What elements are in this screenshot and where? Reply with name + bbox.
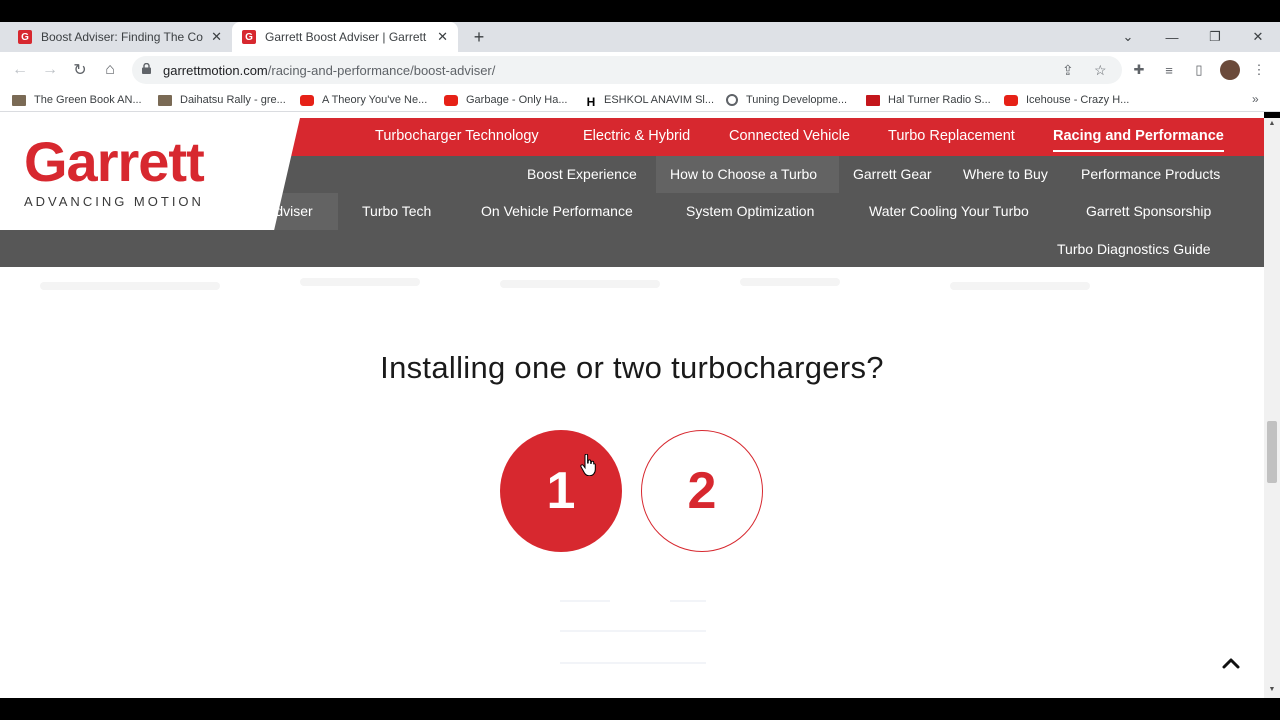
restore-button[interactable]: ❐ — [1195, 22, 1235, 52]
faint-background-strip — [0, 266, 1264, 306]
nav-garrett-gear[interactable]: Garrett Gear — [853, 166, 932, 182]
nav-turbocharger-technology[interactable]: Turbocharger Technology — [375, 128, 539, 144]
back-arrow-icon[interactable]: ← — [8, 58, 32, 82]
turbo-count-option-1[interactable]: 1 — [500, 430, 622, 552]
bookmark-label: The Green Book AN... — [34, 94, 142, 106]
logo-tagline: ADVANCING MOTION — [24, 194, 204, 209]
share-icon[interactable]: ⇪ — [1062, 62, 1074, 79]
kebab-menu-icon[interactable]: ⋮ — [1250, 61, 1268, 79]
image-icon — [158, 94, 172, 106]
screen-top-border — [0, 0, 1280, 22]
garrett-favicon-icon: G — [242, 30, 256, 44]
tab-garrett-boost-adviser[interactable]: G Garrett Boost Adviser | Garrett Tu ✕ — [232, 22, 458, 52]
youtube-icon — [1004, 94, 1018, 106]
nav-turbo-diagnostics-guide[interactable]: Turbo Diagnostics Guide — [1057, 241, 1211, 257]
logo-wordmark: Garrett — [24, 130, 205, 193]
page-scrollbar[interactable] — [1264, 118, 1280, 698]
image-icon — [12, 94, 26, 106]
url-text: garrettmotion.com/racing-and-performance… — [163, 63, 495, 78]
side-panel-icon[interactable]: ▯ — [1190, 61, 1208, 79]
tab-boost-adviser-finding[interactable]: G Boost Adviser: Finding The Corre ✕ — [8, 22, 232, 52]
scroll-to-top-chevron-icon[interactable] — [1218, 652, 1244, 674]
scroll-down-arrow-icon[interactable]: ▼ — [1266, 686, 1278, 696]
bookmark-label: Garbage - Only Ha... — [466, 94, 568, 106]
home-icon[interactable]: ⌂ — [98, 58, 122, 82]
question-heading: Installing one or two turbochargers? — [380, 350, 884, 385]
nav-how-to-choose-a-turbo[interactable]: How to Choose a Turbo — [670, 166, 817, 182]
nav-water-cooling-your-turbo[interactable]: Water Cooling Your Turbo — [869, 203, 1029, 219]
garrett-favicon-icon: G — [18, 30, 32, 44]
bookmark-item[interactable]: Garbage - Only Ha... — [444, 92, 568, 108]
globe-icon — [726, 94, 738, 106]
bookmark-item[interactable]: A Theory You've Ne... — [300, 92, 427, 108]
address-bar[interactable]: garrettmotion.com/racing-and-performance… — [132, 56, 1122, 84]
bookmark-item[interactable]: H ESHKOL ANAVIM Sl... — [584, 92, 715, 109]
youtube-icon — [300, 94, 314, 106]
nav-connected-vehicle[interactable]: Connected Vehicle — [729, 128, 850, 144]
bookmark-label: Daihatsu Rally - gre... — [180, 94, 286, 106]
garrett-logo[interactable]: Garrett ADVANCING MOTION — [24, 130, 205, 210]
bookmark-label: Icehouse - Crazy H... — [1026, 94, 1130, 106]
bookmark-label: A Theory You've Ne... — [322, 94, 428, 106]
reading-list-icon[interactable]: ≡ — [1160, 61, 1178, 79]
youtube-icon — [444, 94, 458, 106]
tab-title: Garrett Boost Adviser | Garrett Tu — [265, 30, 430, 44]
nav-turbo-replacement[interactable]: Turbo Replacement — [888, 128, 1015, 144]
more-bookmarks-chevron-icon[interactable]: » — [1252, 92, 1259, 106]
close-icon[interactable]: ✕ — [437, 29, 448, 45]
nav-racing-and-performance[interactable]: Racing and Performance — [1053, 128, 1224, 152]
close-icon[interactable]: ✕ — [211, 29, 222, 45]
nav-turbo-tech[interactable]: Turbo Tech — [362, 203, 431, 219]
bookmark-label: ESHKOL ANAVIM Sl... — [604, 94, 715, 106]
bookmarks-bar: The Green Book AN... Daihatsu Rally - gr… — [0, 88, 1280, 112]
hal-icon — [866, 94, 880, 106]
nav-system-optimization[interactable]: System Optimization — [686, 203, 814, 219]
scrollbar-thumb[interactable] — [1267, 421, 1277, 483]
url-host: garrettmotion.com — [163, 63, 268, 78]
h-icon: H — [586, 94, 596, 109]
browser-tab-strip: G Boost Adviser: Finding The Corre ✕ G G… — [0, 22, 1280, 52]
new-tab-button[interactable]: + — [468, 26, 490, 48]
nav-performance-products[interactable]: Performance Products — [1081, 166, 1220, 182]
extensions-puzzle-icon[interactable]: ✚ — [1130, 61, 1148, 79]
bookmark-star-icon[interactable]: ☆ — [1094, 62, 1107, 79]
browser-toolbar: ← → ↻ ⌂ garrettmotion.com/racing-and-per… — [0, 52, 1280, 88]
hand-pointer-icon — [580, 454, 596, 476]
web-page: Turbocharger Technology Electric & Hybri… — [0, 112, 1264, 698]
nav-boost-experience[interactable]: Boost Experience — [527, 166, 637, 182]
nav-garrett-sponsorship[interactable]: Garrett Sponsorship — [1086, 203, 1211, 219]
profile-avatar[interactable] — [1220, 60, 1240, 80]
nav-where-to-buy[interactable]: Where to Buy — [963, 166, 1048, 182]
reload-icon[interactable]: ↻ — [68, 58, 92, 82]
url-path: /racing-and-performance/boost-adviser/ — [267, 63, 496, 78]
tab-search-chevron-icon[interactable]: ⌄ — [1108, 22, 1148, 52]
bookmark-label: Hal Turner Radio S... — [888, 94, 991, 106]
scroll-up-arrow-icon[interactable]: ▲ — [1266, 120, 1278, 130]
bookmark-item[interactable]: Tuning Developme... — [726, 92, 847, 108]
close-window-button[interactable]: ✕ — [1238, 22, 1278, 52]
bookmark-item[interactable]: Icehouse - Crazy H... — [1004, 92, 1129, 108]
bookmark-item[interactable]: Daihatsu Rally - gre... — [158, 92, 286, 108]
minimize-button[interactable]: — — [1152, 22, 1192, 52]
nav-electric-hybrid[interactable]: Electric & Hybrid — [583, 128, 690, 144]
turbo-count-option-2[interactable]: 2 — [641, 430, 763, 552]
bookmark-item[interactable]: Hal Turner Radio S... — [866, 92, 991, 108]
lock-icon — [142, 63, 151, 74]
bookmark-label: Tuning Developme... — [746, 94, 848, 106]
forward-arrow-icon[interactable]: → — [38, 58, 62, 82]
screen-bottom-border — [0, 698, 1280, 720]
bookmark-item[interactable]: The Green Book AN... — [12, 92, 142, 108]
nav-on-vehicle-performance[interactable]: On Vehicle Performance — [481, 203, 633, 219]
tab-title: Boost Adviser: Finding The Corre — [41, 30, 204, 44]
